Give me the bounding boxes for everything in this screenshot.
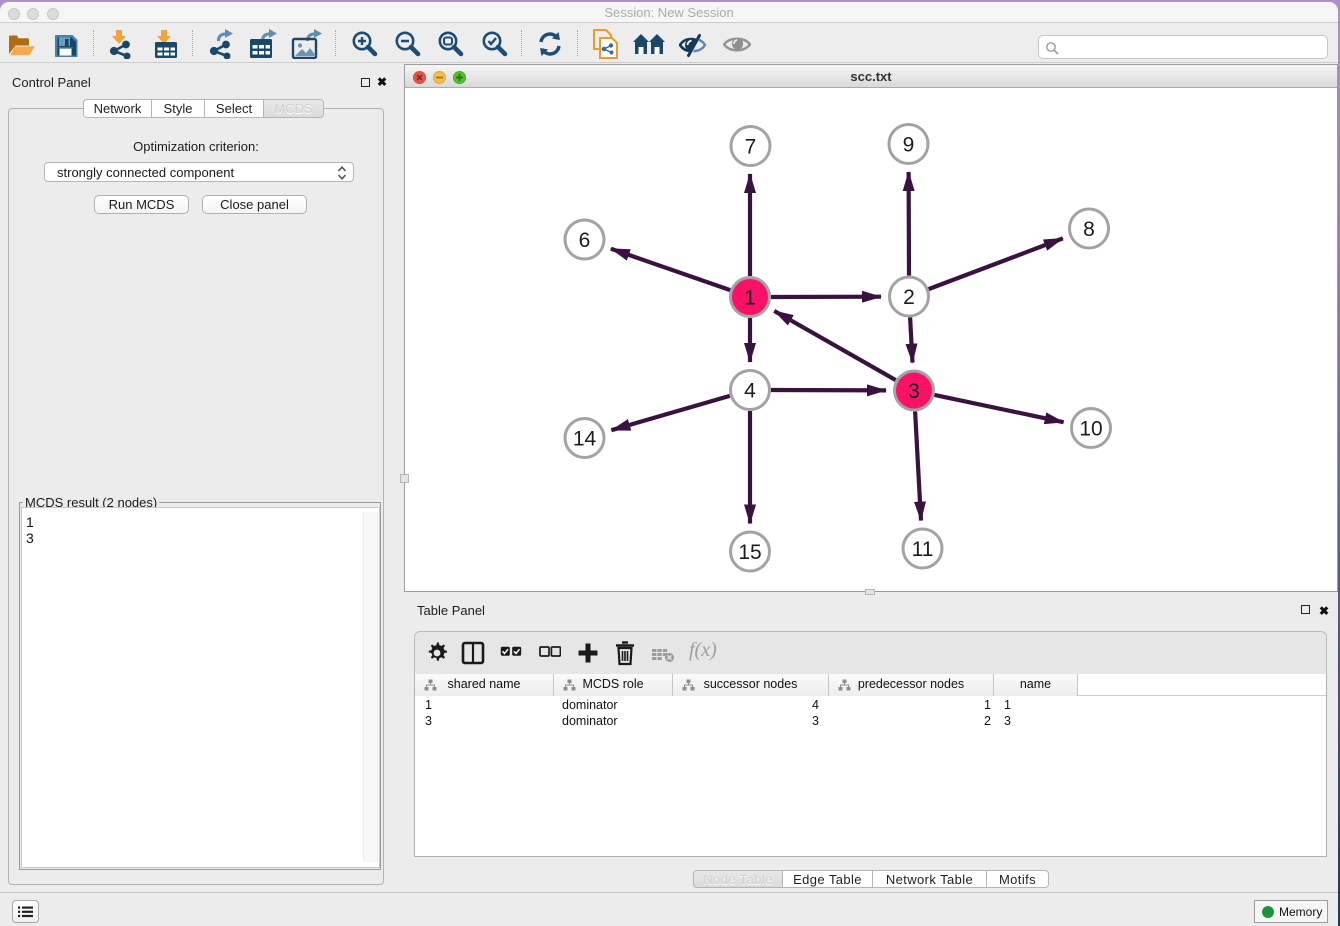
svg-text:6: 6	[579, 229, 591, 252]
svg-text:14: 14	[573, 428, 597, 451]
svg-text:7: 7	[745, 136, 757, 159]
svg-text:10: 10	[1079, 418, 1102, 441]
svg-text:2: 2	[903, 286, 915, 309]
svg-text:15: 15	[738, 541, 761, 564]
svg-text:1: 1	[744, 287, 756, 310]
svg-text:11: 11	[912, 538, 934, 561]
svg-text:4: 4	[744, 380, 756, 403]
svg-text:9: 9	[903, 134, 915, 157]
svg-text:8: 8	[1083, 218, 1095, 241]
svg-text:3: 3	[908, 380, 920, 403]
